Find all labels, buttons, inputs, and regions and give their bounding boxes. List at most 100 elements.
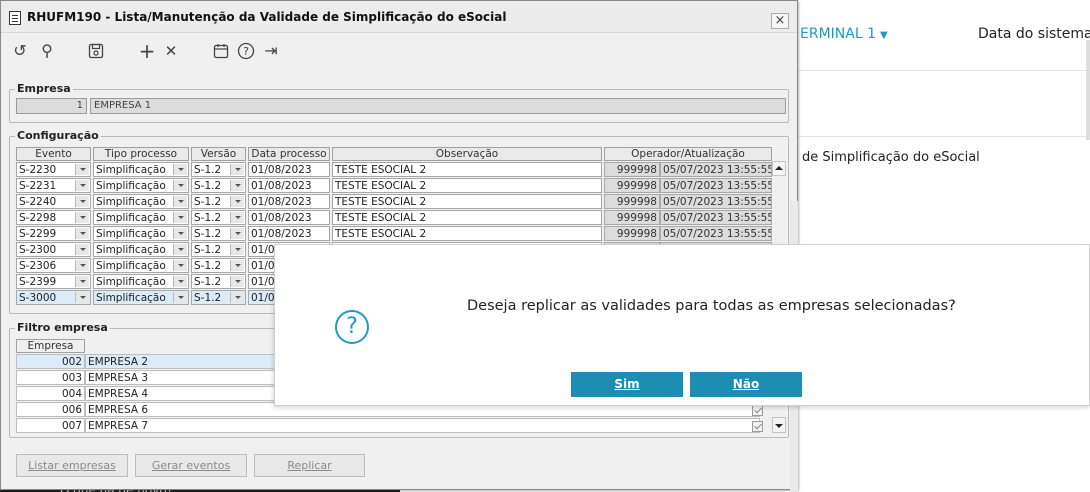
- column-header-evento[interactable]: Evento: [16, 147, 91, 161]
- evento-cell[interactable]: S-3000: [16, 290, 91, 305]
- dropdown-arrow-icon[interactable]: [80, 184, 86, 187]
- table-row[interactable]: S-2298 Simplificação S-1.2 01/08/2023 TESTE …: [16, 210, 772, 226]
- versao-cell[interactable]: S-1.2: [191, 194, 246, 209]
- dropdown-arrow-icon[interactable]: [235, 216, 241, 219]
- evento-cell[interactable]: S-2240: [16, 194, 91, 209]
- dropdown-arrow-icon[interactable]: [178, 280, 184, 283]
- observacao-cell[interactable]: TESTE ESOCIAL 2: [332, 162, 602, 177]
- exit-icon[interactable]: ⇥: [261, 42, 281, 62]
- data-processo-cell[interactable]: 01/08/2023: [248, 226, 330, 241]
- dropdown-arrow-icon[interactable]: [80, 168, 86, 171]
- dropdown-arrow-icon[interactable]: [80, 264, 86, 267]
- dropdown-arrow-icon[interactable]: [178, 296, 184, 299]
- dropdown-arrow-icon[interactable]: [178, 200, 184, 203]
- dropdown-arrow-icon[interactable]: [235, 264, 241, 267]
- undo-icon[interactable]: ↺: [10, 42, 30, 62]
- dropdown-arrow-icon[interactable]: [80, 216, 86, 219]
- evento-cell[interactable]: S-2399: [16, 274, 91, 289]
- search-icon[interactable]: ⚲: [37, 41, 57, 62]
- select-checkbox[interactable]: [752, 405, 763, 416]
- observacao-cell[interactable]: TESTE ESOCIAL 2: [332, 226, 602, 241]
- dropdown-arrow-icon[interactable]: [235, 168, 241, 171]
- dropdown-arrow-icon[interactable]: [178, 248, 184, 251]
- versao-cell[interactable]: S-1.2: [191, 162, 246, 177]
- grid-scroll-up[interactable]: [772, 161, 786, 176]
- versao-cell[interactable]: S-1.2: [191, 178, 246, 193]
- calendar-icon[interactable]: [211, 42, 231, 62]
- tipo-processo-cell[interactable]: Simplificação: [93, 242, 189, 257]
- table-row[interactable]: S-2231 Simplificação S-1.2 01/08/2023 TESTE …: [16, 178, 772, 194]
- replicar-button[interactable]: Replicar: [254, 454, 365, 477]
- no-button[interactable]: Não: [690, 372, 802, 397]
- column-header-versao[interactable]: Versão: [191, 147, 246, 161]
- dropdown-arrow-icon[interactable]: [235, 296, 241, 299]
- tipo-processo-cell[interactable]: Simplificação: [93, 274, 189, 289]
- add-icon[interactable]: +: [137, 41, 157, 62]
- close-button[interactable]: ×: [771, 13, 789, 29]
- dropdown-arrow-icon[interactable]: [80, 200, 86, 203]
- select-checkbox[interactable]: [752, 421, 763, 432]
- column-header-observacao[interactable]: Observação: [332, 147, 602, 161]
- tipo-processo-cell[interactable]: Simplificação: [93, 258, 189, 273]
- versao-cell[interactable]: S-1.2: [191, 242, 246, 257]
- versao-cell[interactable]: S-1.2: [191, 290, 246, 305]
- data-processo-cell[interactable]: 01/08/2023: [248, 210, 330, 225]
- evento-cell[interactable]: S-2306: [16, 258, 91, 273]
- dropdown-arrow-icon[interactable]: [178, 216, 184, 219]
- dropdown-arrow-icon[interactable]: [178, 184, 184, 187]
- observacao-cell[interactable]: TESTE ESOCIAL 2: [332, 178, 602, 193]
- evento-cell-text: S-2230: [19, 164, 57, 176]
- evento-cell[interactable]: S-2230: [16, 162, 91, 177]
- dropdown-arrow-icon[interactable]: [80, 280, 86, 283]
- yes-button[interactable]: Sim: [571, 372, 683, 397]
- evento-cell[interactable]: S-2298: [16, 210, 91, 225]
- versao-cell[interactable]: S-1.2: [191, 258, 246, 273]
- listar-empresas-button[interactable]: Listar empresas: [16, 454, 128, 477]
- dropdown-arrow-icon[interactable]: [178, 264, 184, 267]
- dropdown-arrow-icon[interactable]: [80, 232, 86, 235]
- filter-scroll-down[interactable]: [772, 417, 786, 433]
- evento-cell[interactable]: S-2231: [16, 178, 91, 193]
- tipo-processo-cell[interactable]: Simplificação: [93, 162, 189, 177]
- table-row[interactable]: S-2230 Simplificação S-1.2 01/08/2023 TESTE …: [16, 162, 772, 178]
- observacao-cell[interactable]: TESTE ESOCIAL 2: [332, 210, 602, 225]
- column-header-tipo-processo[interactable]: Tipo processo: [93, 147, 189, 161]
- dropdown-arrow-icon[interactable]: [235, 280, 241, 283]
- observacao-cell[interactable]: TESTE ESOCIAL 2: [332, 194, 602, 209]
- atualizacao-cell-text: 05/07/2023 13:55:55: [663, 196, 772, 208]
- dropdown-arrow-icon[interactable]: [235, 232, 241, 235]
- versao-cell[interactable]: S-1.2: [191, 210, 246, 225]
- evento-cell[interactable]: S-2300: [16, 242, 91, 257]
- dropdown-arrow-icon[interactable]: [178, 168, 184, 171]
- tipo-processo-cell[interactable]: Simplificação: [93, 290, 189, 305]
- terminal-menu[interactable]: ERMINAL 1 ▼: [800, 26, 888, 42]
- column-header-operador-atualizacao[interactable]: Operador/Atualização: [604, 147, 772, 161]
- empresa-code-field[interactable]: 1: [16, 98, 87, 114]
- dropdown-arrow-icon[interactable]: [235, 184, 241, 187]
- observacao-cell-text: TESTE ESOCIAL 2: [335, 228, 427, 240]
- tipo-processo-cell[interactable]: Simplificação: [93, 194, 189, 209]
- tipo-processo-cell[interactable]: Simplificação: [93, 210, 189, 225]
- dropdown-arrow-icon[interactable]: [235, 200, 241, 203]
- dropdown-arrow-icon[interactable]: [80, 248, 86, 251]
- table-row[interactable]: S-2240 Simplificação S-1.2 01/08/2023 TESTE …: [16, 194, 772, 210]
- dropdown-arrow-icon[interactable]: [80, 296, 86, 299]
- table-row[interactable]: S-2299 Simplificação S-1.2 01/08/2023 TESTE …: [16, 226, 772, 242]
- list-item[interactable]: 007 EMPRESA 7: [16, 418, 763, 434]
- dropdown-arrow-icon[interactable]: [235, 248, 241, 251]
- versao-cell[interactable]: S-1.2: [191, 274, 246, 289]
- evento-cell[interactable]: S-2299: [16, 226, 91, 241]
- tipo-processo-cell[interactable]: Simplificação: [93, 226, 189, 241]
- gerar-eventos-button[interactable]: Gerar eventos: [135, 454, 247, 477]
- delete-icon[interactable]: ✕: [161, 42, 181, 62]
- column-header-data-processo[interactable]: Data processo: [248, 147, 330, 161]
- tipo-processo-cell[interactable]: Simplificação: [93, 178, 189, 193]
- data-processo-cell[interactable]: 01/08/2023: [248, 194, 330, 209]
- dropdown-arrow-icon[interactable]: [178, 232, 184, 235]
- save-icon[interactable]: [86, 42, 106, 62]
- data-processo-cell[interactable]: 01/08/2023: [248, 178, 330, 193]
- data-processo-cell[interactable]: 01/08/2023: [248, 162, 330, 177]
- help-icon[interactable]: ?: [236, 42, 256, 62]
- column-header-empresa[interactable]: Empresa: [16, 339, 85, 353]
- versao-cell[interactable]: S-1.2: [191, 226, 246, 241]
